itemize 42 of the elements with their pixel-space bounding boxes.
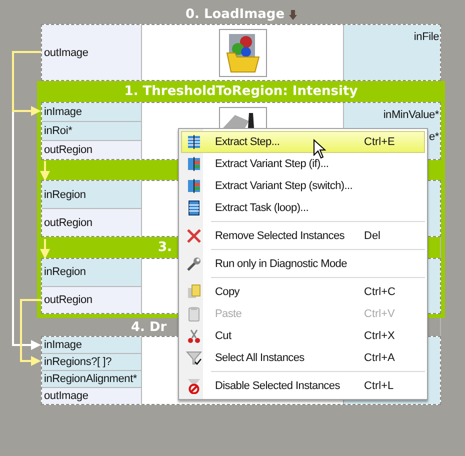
menu-item[interactable]: Extract Task (loop)... [181, 197, 425, 219]
port-label[interactable]: outImage [42, 388, 141, 404]
disable-icon [186, 378, 202, 394]
copy-icon [186, 284, 202, 300]
port-label[interactable]: outRegion [42, 286, 141, 313]
steps-icon [186, 134, 202, 150]
port-label[interactable]: inImage [42, 337, 141, 354]
menu-item[interactable]: Extract Variant Step (switch)... [181, 175, 425, 197]
paste-icon [186, 306, 202, 322]
port-label[interactable]: outRegion [42, 141, 141, 159]
variant-icon [186, 156, 202, 172]
node-title: 1. ThresholdToRegion: Intensity [124, 84, 358, 99]
node-title: 4. Dr [131, 320, 167, 334]
port-label[interactable]: inRoi* [42, 122, 141, 141]
mouse-pointer-icon [313, 139, 326, 159]
menu-item[interactable]: Extract Step... Ctrl+E [181, 131, 425, 153]
wrench-icon [186, 256, 202, 272]
menu-item[interactable]: Extract Variant Step (if)... [181, 153, 425, 175]
port-label[interactable]: inRegions?[ ]? [42, 354, 141, 371]
menu-item[interactable]: Select All Instances Ctrl+A [181, 347, 425, 369]
filter-icon [186, 350, 202, 366]
port-label[interactable]: inRegion [42, 259, 141, 286]
menu-item[interactable]: Copy Ctrl+C [181, 281, 425, 303]
port-label[interactable]: inRegionAlignment* [42, 371, 141, 388]
remove-icon [186, 228, 202, 244]
port-label[interactable]: inMinValue* [344, 103, 440, 125]
port-label[interactable]: outRegion [42, 209, 141, 236]
port-label[interactable]: outImage [42, 25, 141, 80]
task-icon [186, 200, 202, 216]
folder-icon [218, 29, 266, 77]
cut-icon [186, 328, 202, 344]
menu-item[interactable]: Cut Ctrl+X [181, 325, 425, 347]
menu-item[interactable]: Run only in Diagnostic Mode [181, 253, 425, 275]
down-arrow-icon [288, 10, 297, 20]
port-label[interactable]: inImage [42, 103, 141, 122]
node-title: 3. [158, 240, 172, 255]
menu-item[interactable]: Remove Selected Instances Del [181, 225, 425, 247]
node-title: 0. LoadImage [185, 7, 285, 22]
menu-item[interactable]: Disable Selected Instances Ctrl+L [181, 375, 425, 397]
port-label[interactable]: inRegion [42, 181, 141, 209]
port-label[interactable]: inFile [344, 25, 440, 47]
variant-icon [186, 178, 202, 194]
